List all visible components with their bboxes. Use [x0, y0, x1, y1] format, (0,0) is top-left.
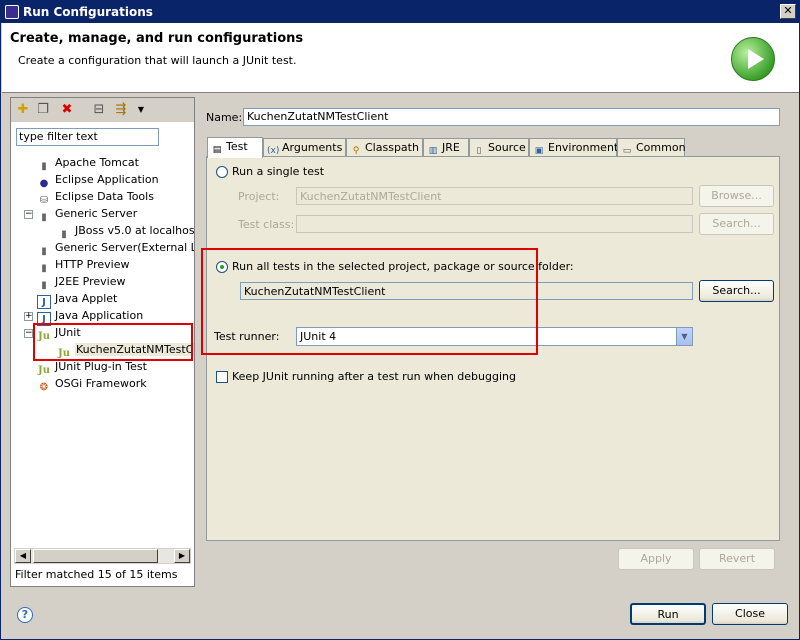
filter-icon[interactable]: ⇶: [113, 102, 129, 118]
close-button[interactable]: Close: [712, 603, 788, 625]
tree-label: Apache Tomcat: [55, 156, 139, 169]
tree-label: JUnit Plug-in Test: [55, 360, 147, 373]
tab-source[interactable]: ▯ Source: [469, 138, 529, 157]
test-tab-panel: Run a single test Project: KuchenZutatNM…: [201, 156, 780, 541]
tab-environment[interactable]: ▣ Environment: [529, 138, 619, 157]
apply-button[interactable]: Apply: [618, 548, 694, 570]
tree-item-j2ee-preview[interactable]: ▮ J2EE Preview: [37, 273, 126, 291]
tree-label: HTTP Preview: [55, 258, 130, 271]
tree-label: Java Applet: [55, 292, 118, 305]
tree-label: Eclipse Data Tools: [55, 190, 154, 203]
expand-junit[interactable]: −: [24, 329, 33, 338]
test-tab-icon: ▤: [212, 145, 222, 155]
scroll-thumb[interactable]: [33, 549, 158, 563]
tab-label: Classpath: [365, 141, 419, 154]
tab-label: Common: [636, 141, 686, 154]
configuration-list-pane: ✚ ❐ ✖ ⊟ ⇶ ▼ type filter text ▮ Apache Tom…: [10, 97, 195, 587]
tree-label: Generic Server(External La: [55, 241, 194, 254]
header-title: Create, manage, and run configurations: [10, 31, 304, 46]
revert-button[interactable]: Revert: [699, 548, 775, 570]
tab-jre[interactable]: ▥ JRE: [423, 138, 469, 157]
new-config-icon[interactable]: ✚: [15, 102, 31, 118]
delete-icon[interactable]: ✖: [59, 102, 75, 118]
help-icon[interactable]: ?: [17, 607, 33, 623]
highlight-junit-box: [33, 323, 193, 361]
tab-test[interactable]: ▤ Test: [207, 137, 263, 158]
expand-generic-server[interactable]: −: [24, 210, 33, 219]
test-class-field[interactable]: [296, 215, 693, 233]
filter-input[interactable]: type filter text: [16, 128, 159, 146]
tree-item-generic-server[interactable]: ▮ Generic Server: [37, 205, 138, 223]
window-title: Run Configurations: [23, 5, 153, 19]
tab-common[interactable]: ▭ Common: [617, 138, 686, 157]
highlight-run-all-box: [201, 248, 538, 355]
tree-item-java-applet[interactable]: J Java Applet: [37, 290, 118, 309]
tree-horizontal-scrollbar[interactable]: ◀ ▶: [14, 548, 191, 564]
tree-label: Java Application: [55, 309, 144, 322]
server-icon: ▮: [41, 212, 47, 223]
tab-label: Test: [226, 140, 248, 153]
tree-label: J2EE Preview: [55, 275, 126, 288]
title-bar: Run Configurations ✕: [1, 1, 799, 23]
view-menu-icon[interactable]: ▼: [133, 102, 149, 118]
project-label: Project:: [238, 190, 280, 203]
tree-label: Generic Server: [55, 207, 138, 220]
tab-classpath[interactable]: ⚲ Classpath: [346, 138, 423, 157]
configuration-editor-pane: Name: KuchenZutatNMTestClient ▤ Test (x) A…: [198, 97, 790, 587]
expand-java-application[interactable]: +: [24, 312, 33, 321]
keep-running-checkbox[interactable]: [216, 371, 228, 383]
run-button[interactable]: Run: [630, 603, 706, 625]
filter-status: Filter matched 15 of 15 items: [15, 568, 178, 581]
eclipse-app-icon: [5, 5, 19, 19]
tree-item-osgi-framework[interactable]: ❂ OSGi Framework: [37, 375, 147, 393]
search-container-button[interactable]: Search...: [699, 280, 774, 302]
run-single-radio[interactable]: [216, 166, 228, 178]
tree-item-generic-server-external[interactable]: ▮ Generic Server(External La: [37, 239, 194, 257]
tree-label: Eclipse Application: [55, 173, 159, 186]
dialog-header: Create, manage, and run configurations C…: [2, 23, 799, 93]
tab-label: Arguments: [282, 141, 343, 154]
name-input[interactable]: KuchenZutatNMTestClient: [243, 108, 780, 126]
tree-item-java-application[interactable]: J Java Application: [37, 307, 144, 326]
run-banner-icon: [731, 37, 775, 81]
run-single-label: Run a single test: [232, 165, 325, 178]
collapse-all-icon[interactable]: ⊟: [91, 102, 107, 118]
duplicate-icon[interactable]: ❐: [35, 102, 51, 118]
scroll-left-arrow[interactable]: ◀: [15, 549, 31, 563]
tree-label: JBoss v5.0 at localhost: [75, 224, 194, 237]
tree-item-apache-tomcat[interactable]: ▮ Apache Tomcat: [37, 154, 139, 172]
header-subtitle: Create a configuration that will launch …: [18, 54, 297, 67]
search-class-button[interactable]: Search...: [699, 213, 774, 235]
tree-item-eclipse-data-tools[interactable]: ⛁ Eclipse Data Tools: [37, 188, 154, 206]
browse-button[interactable]: Browse...: [699, 185, 774, 207]
keep-running-label: Keep JUnit running after a test run when…: [232, 370, 516, 383]
project-field[interactable]: KuchenZutatNMTestClient: [296, 187, 693, 205]
tab-label: Environment: [548, 141, 619, 154]
window-close-button[interactable]: ✕: [780, 4, 796, 19]
tree-item-eclipse-application[interactable]: ● Eclipse Application: [37, 171, 159, 189]
tab-label: JRE: [442, 141, 460, 154]
tab-label: Source: [488, 141, 526, 154]
osgi-icon: ❂: [39, 382, 49, 393]
tree-item-http-preview[interactable]: ▮ HTTP Preview: [37, 256, 130, 274]
name-label: Name:: [206, 111, 243, 124]
test-class-label: Test class:: [238, 218, 295, 231]
tree-item-jboss[interactable]: ▮ JBoss v5.0 at localhost: [57, 222, 194, 240]
scroll-right-arrow[interactable]: ▶: [174, 549, 190, 563]
run-configurations-dialog: Run Configurations ✕ Create, manage, and…: [0, 0, 800, 640]
tree-label: OSGi Framework: [55, 377, 147, 390]
tab-arguments[interactable]: (x) Arguments: [263, 138, 346, 157]
chevron-down-icon[interactable]: ▼: [676, 328, 692, 345]
left-toolbar: ✚ ❐ ✖ ⊟ ⇶ ▼: [11, 98, 194, 122]
